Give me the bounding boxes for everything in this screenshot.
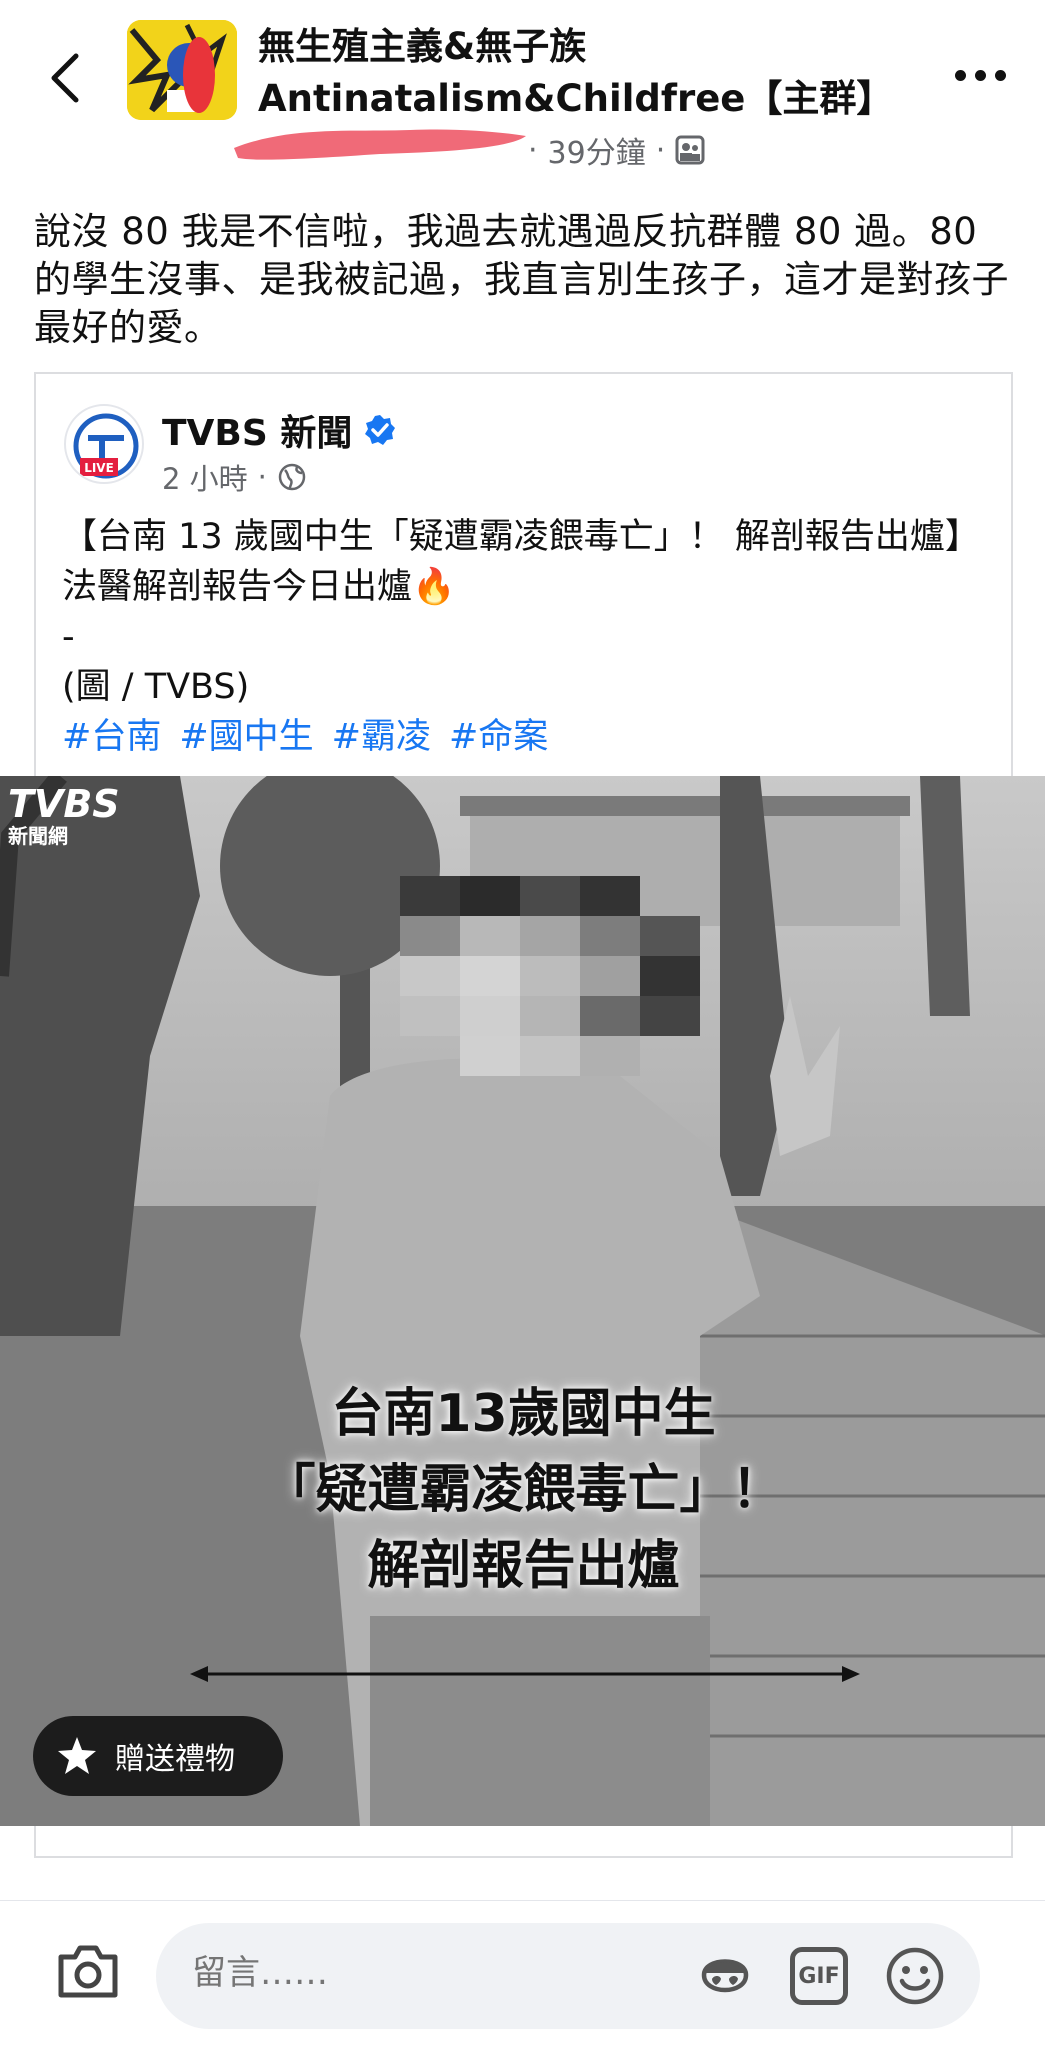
- redacted-author-name: [230, 118, 530, 166]
- tvbs-watermark: TVBS 新聞網: [8, 784, 120, 848]
- send-gift-label: 贈送禮物: [115, 1742, 235, 1777]
- watermark-logo-text: TVBS: [8, 782, 120, 826]
- group-avatar[interactable]: [127, 20, 237, 120]
- shared-post-time[interactable]: 2 小時: [162, 456, 248, 498]
- news-photo-scene: [0, 776, 1045, 1826]
- globe-icon: [278, 463, 306, 491]
- shared-page-name[interactable]: TVBS 新聞: [162, 404, 352, 456]
- comment-bar: GIF: [0, 1900, 1045, 2048]
- shared-post-body: 【台南 13 歲國中生「疑遭霸凌餵毒亡」！ 解剖報告出爐】法醫解剖報告今日出爐🔥…: [62, 512, 982, 762]
- camera-button[interactable]: [55, 1941, 121, 2001]
- post-header: 無生殖主義&無子族 Antinatalism&Childfree【主群】 · 3…: [0, 0, 1045, 190]
- dot-icon: [995, 69, 1006, 81]
- post-text: 說沒 80 我是不信啦，我過去就遇過反抗群體 80 過。80 的學生沒事、是我被…: [34, 210, 1009, 349]
- live-badge: LIVE: [84, 461, 114, 475]
- comment-input[interactable]: [192, 1953, 692, 1993]
- star-gift-icon: [58, 1737, 96, 1774]
- hashtag-link[interactable]: #霸凌: [332, 712, 431, 762]
- meta-separator: ·: [655, 132, 666, 168]
- avatar-sticker-button[interactable]: [694, 1945, 756, 2007]
- gif-label: GIF: [798, 1963, 840, 1989]
- shared-page-name-row: TVBS 新聞: [162, 404, 396, 456]
- send-gift-button[interactable]: 贈送禮物: [33, 1716, 283, 1796]
- back-button[interactable]: [40, 48, 90, 108]
- watermark-subtitle: 新聞網: [8, 824, 68, 848]
- verified-badge-icon: [365, 415, 396, 445]
- more-options-button[interactable]: [955, 60, 1015, 90]
- group-name[interactable]: 無生殖主義&無子族: [258, 22, 586, 72]
- gif-button[interactable]: GIF: [790, 1947, 848, 2005]
- image-caption: 台南13歲國中生 「疑遭霸凌餵毒亡」！ 解剖報告出爐: [0, 1376, 1045, 1604]
- dot-icon: [955, 69, 966, 81]
- caption-line: 「疑遭霸凌餵毒亡」！: [263, 1460, 784, 1520]
- group-name-subtitle[interactable]: Antinatalism&Childfree【主群】: [258, 74, 893, 124]
- meta-separator: ·: [257, 460, 267, 494]
- news-photo[interactable]: TVBS 新聞網 台南13歲國中生 「疑遭霸凌餵毒亡」！ 解剖報告出爐 贈送禮物: [0, 776, 1045, 1826]
- shared-post-credit: (圖 / TVBS): [62, 667, 250, 707]
- shared-post-headline: 【台南 13 歲國中生「疑遭霸凌餵毒亡」！ 解剖報告出爐】法醫解剖報告今日出爐🔥: [62, 517, 980, 607]
- caption-line: 台南13歲國中生: [331, 1384, 716, 1444]
- shared-post-card[interactable]: LIVE TVBS 新聞 2 小時 · 【台南 13 歲國中生「疑遭霸凌餵毒亡」…: [0, 372, 1045, 1858]
- post-meta: · 39分鐘 ·: [528, 128, 705, 172]
- emoji-button[interactable]: [884, 1945, 946, 2007]
- hashtag-link[interactable]: #台南: [62, 712, 161, 762]
- hashtag-link[interactable]: #國中生: [179, 712, 313, 762]
- post-time[interactable]: 39分鐘: [548, 128, 646, 172]
- hashtag-list: #台南 #國中生 #霸凌 #命案: [62, 712, 982, 762]
- comment-box[interactable]: GIF: [156, 1923, 980, 2029]
- tvbs-page-avatar[interactable]: LIVE: [64, 404, 144, 484]
- smiley-icon: [886, 1947, 944, 2005]
- dot-icon: [975, 69, 986, 81]
- shared-post-dash: -: [62, 617, 75, 657]
- hashtag-link[interactable]: #命案: [449, 712, 548, 762]
- meta-separator: ·: [528, 132, 538, 168]
- shared-post-meta: 2 小時 ·: [162, 456, 307, 498]
- caption-line: 解剖報告出爐: [367, 1536, 680, 1596]
- camera-icon: [58, 1945, 118, 1998]
- chevron-left-icon: [51, 53, 79, 103]
- group-privacy-icon: [675, 135, 705, 165]
- avatar-sticker-icon: [701, 1959, 749, 1993]
